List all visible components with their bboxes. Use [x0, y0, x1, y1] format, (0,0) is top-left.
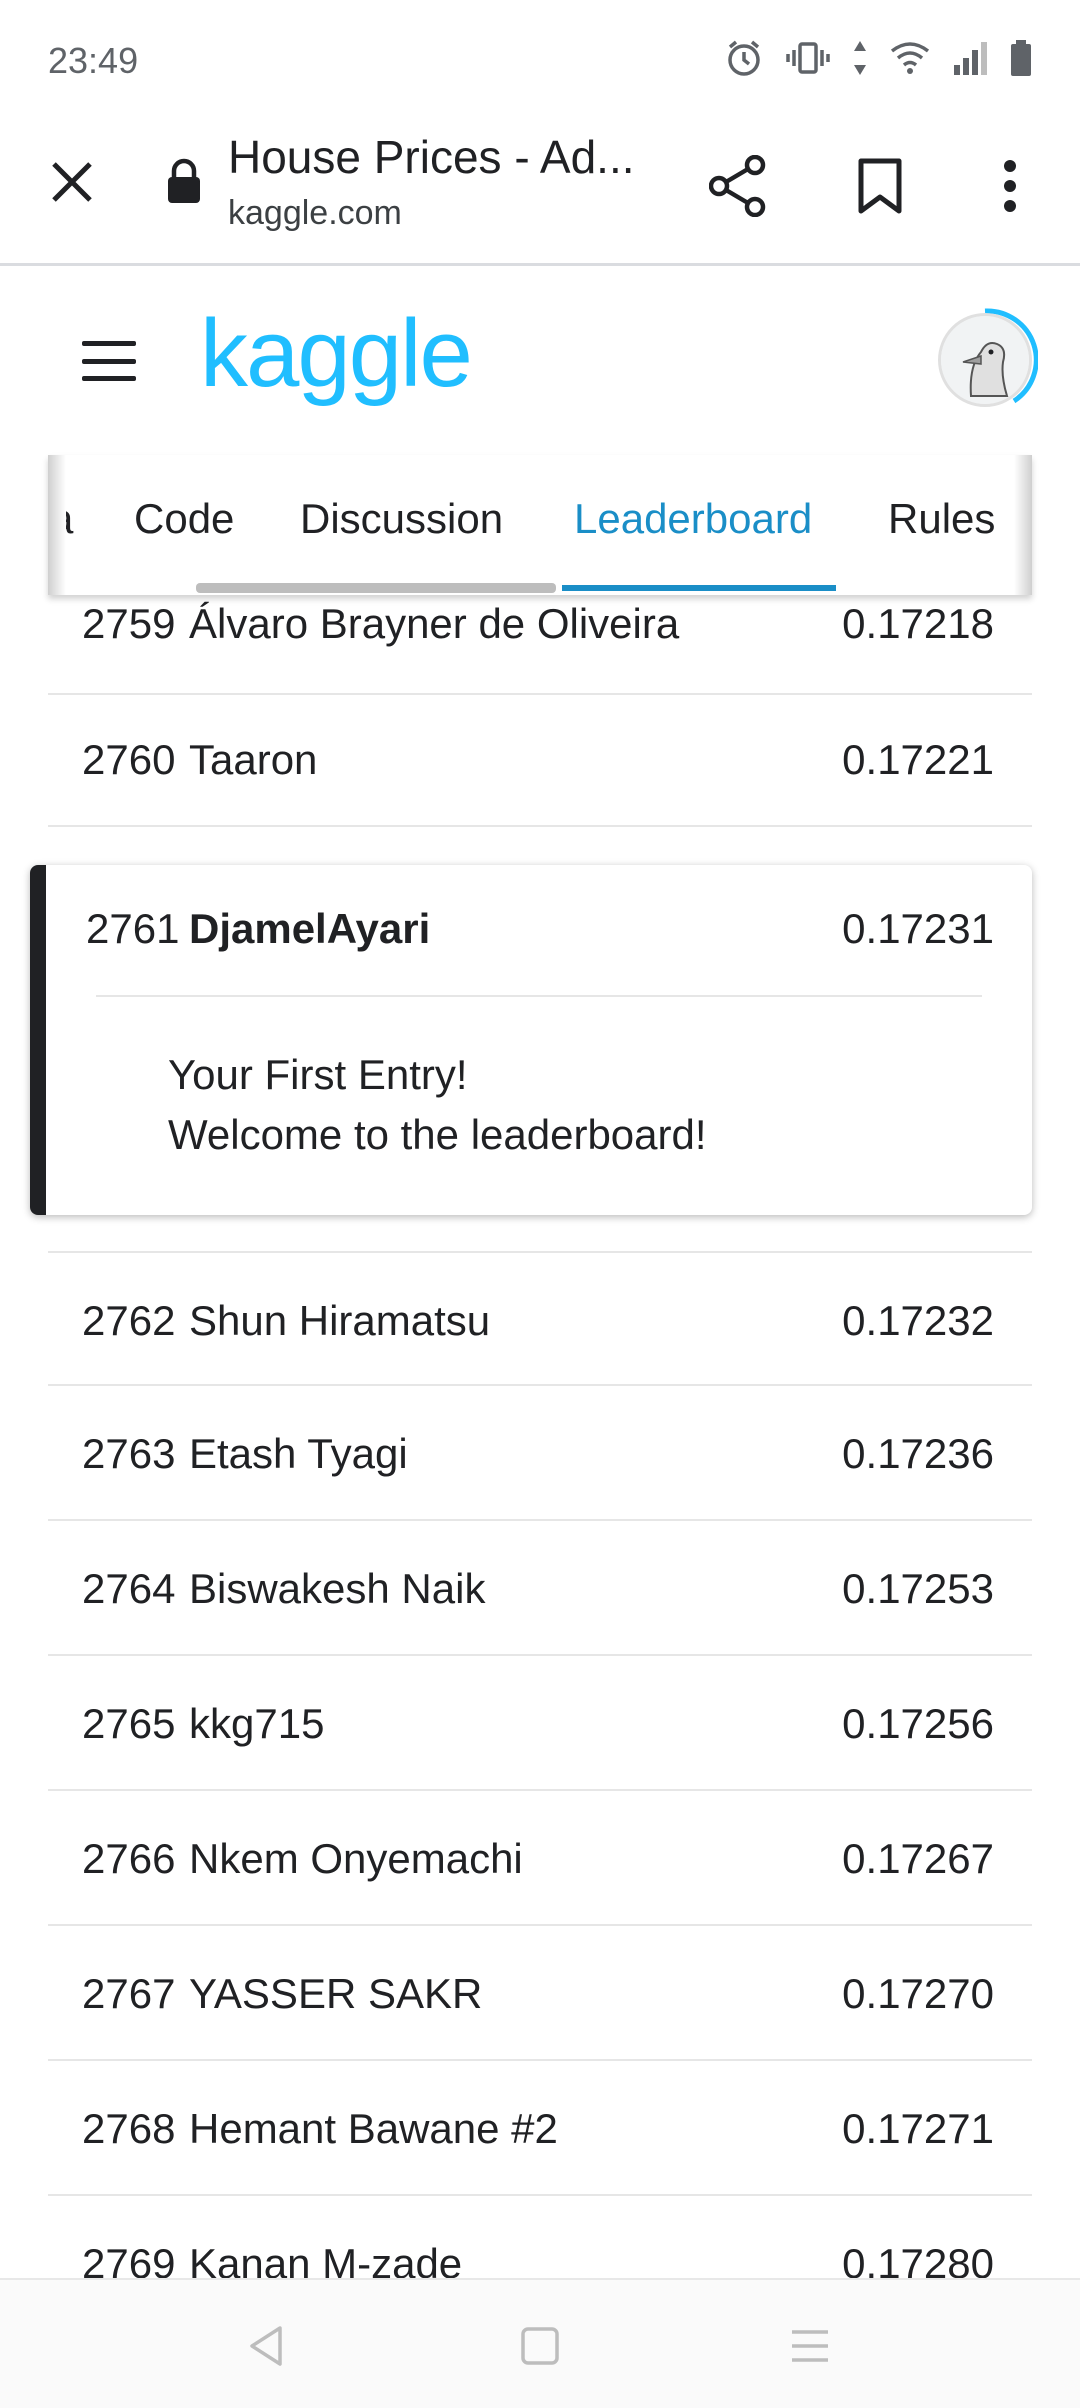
tabs-scrollbar[interactable]	[196, 583, 556, 593]
competition-tabs: a Code Discussion Leaderboard Rules	[48, 455, 1032, 595]
back-icon	[250, 2326, 282, 2366]
row-name[interactable]: Taaron	[189, 736, 317, 784]
data-arrows-icon	[854, 41, 866, 75]
status-icons	[724, 38, 1032, 78]
row-name[interactable]: Etash Tyagi	[189, 1430, 408, 1478]
row-name[interactable]: kkg715	[189, 1700, 324, 1748]
row-score: 0.17256	[842, 1700, 994, 1747]
tabs-scroll-fade-left	[48, 455, 66, 595]
row-rank: 2764	[82, 1565, 176, 1612]
row-name[interactable]: YASSER SAKR	[189, 1970, 482, 2018]
status-bar: 23:49	[0, 0, 1080, 120]
close-button[interactable]	[42, 152, 102, 212]
bookmark-icon	[858, 158, 902, 214]
row-rank: 2763	[82, 1430, 176, 1477]
my-entry-score: 0.17231	[842, 905, 994, 952]
tab-leaderboard[interactable]: Leaderboard	[574, 495, 812, 543]
row-score: 0.17232	[842, 1297, 994, 1344]
recents-icon	[792, 2330, 828, 2362]
close-icon	[52, 162, 92, 202]
highlight-bar	[30, 865, 46, 1215]
tab-rules[interactable]: Rules	[888, 495, 995, 543]
tab-code[interactable]: Code	[134, 495, 234, 543]
my-entry-rank: 2761	[86, 905, 180, 952]
my-entry-name[interactable]: DjamelAyari	[189, 905, 430, 953]
row-score: 0.17236	[842, 1430, 994, 1477]
row-score: 0.17253	[842, 1565, 994, 1612]
signal-icon	[954, 42, 987, 75]
leaderboard-row[interactable]: 2767 YASSER SAKR 0.17270	[48, 1926, 1032, 2061]
row-score: 0.17267	[842, 1835, 994, 1882]
share-button[interactable]	[700, 148, 776, 224]
row-rank: 2765	[82, 1700, 176, 1747]
leaderboard-row[interactable]: 2765 kkg715 0.17256	[48, 1656, 1032, 1791]
row-rank: 2760	[82, 736, 176, 783]
row-score: 0.17221	[842, 736, 994, 783]
leaderboard-row[interactable]: 2766 Nkem Onyemachi 0.17267	[48, 1791, 1032, 1926]
vibrate-icon	[786, 42, 830, 74]
welcome-message: Welcome to the leaderboard!	[168, 1111, 707, 1158]
row-name[interactable]: Hemant Bawane #2	[189, 2105, 558, 2153]
row-name[interactable]: Álvaro Brayner de Oliveira	[189, 600, 679, 648]
active-tab-indicator	[562, 585, 836, 591]
page-domain[interactable]: kaggle.com	[228, 194, 402, 233]
row-rank: 2759	[82, 600, 176, 647]
lock-icon	[168, 158, 200, 203]
avatar[interactable]	[938, 313, 1032, 407]
row-rank: 2766	[82, 1835, 176, 1882]
row-score: 0.17218	[842, 600, 994, 647]
more-options-button[interactable]	[972, 148, 1048, 224]
divider	[96, 995, 982, 997]
row-name[interactable]: Nkem Onyemachi	[189, 1835, 523, 1883]
battery-icon	[1011, 40, 1031, 76]
page-title[interactable]: House Prices - Ad...	[228, 130, 648, 184]
row-rank: 2767	[82, 1970, 176, 2017]
leaderboard-row[interactable]: 2764 Biswakesh Naik 0.17253	[48, 1521, 1032, 1656]
first-entry-message: Your First Entry!	[168, 1051, 468, 1098]
leaderboard-row[interactable]: 2760 Taaron 0.17221	[48, 692, 1032, 827]
row-score: 0.17270	[842, 1970, 994, 2017]
row-name[interactable]: Biswakesh Naik	[189, 1565, 485, 1613]
kaggle-logo[interactable]: kaggle	[200, 299, 473, 409]
my-entry-card[interactable]: 2761 DjamelAyari 0.17231 Your First Entr…	[30, 865, 1032, 1215]
more-vert-icon	[1004, 160, 1016, 212]
hamburger-menu-button[interactable]	[70, 331, 148, 391]
wifi-icon	[890, 42, 930, 74]
nav-home-button[interactable]	[500, 2314, 580, 2378]
nav-recents-button[interactable]	[770, 2314, 850, 2378]
share-icon	[709, 155, 766, 217]
row-score: 0.17271	[842, 2105, 994, 2152]
home-icon	[521, 2327, 559, 2365]
leaderboard-row[interactable]: 2763 Etash Tyagi 0.17236	[48, 1386, 1032, 1521]
bookmark-button[interactable]	[842, 148, 918, 224]
site-header: kaggle	[0, 269, 1080, 455]
leaderboard-row[interactable]: 2762 Shun Hiramatsu 0.17232	[48, 1251, 1032, 1386]
row-rank: 2768	[82, 2105, 176, 2152]
row-name[interactable]: Shun Hiramatsu	[189, 1297, 490, 1345]
system-nav-bar	[0, 2278, 1080, 2408]
row-rank: 2762	[82, 1297, 176, 1344]
alarm-icon	[728, 40, 760, 76]
tabs-scroll-fade-right	[1014, 455, 1032, 595]
tab-discussion[interactable]: Discussion	[300, 495, 503, 543]
browser-toolbar: House Prices - Ad... kaggle.com	[0, 120, 1080, 266]
nav-back-button[interactable]	[226, 2314, 306, 2378]
status-time: 23:49	[48, 40, 139, 81]
leaderboard-row[interactable]: 2768 Hemant Bawane #2 0.17271	[48, 2061, 1032, 2196]
